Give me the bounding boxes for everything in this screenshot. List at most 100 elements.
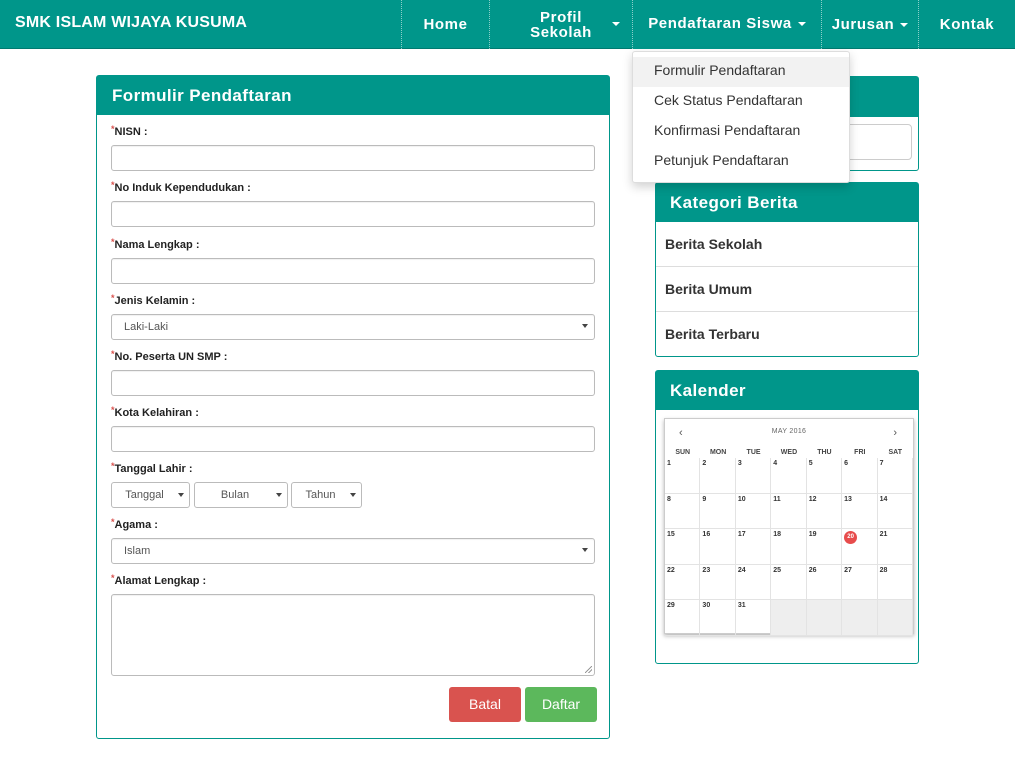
- label-text: No. Peserta UN SMP :: [114, 351, 228, 363]
- calendar-day[interactable]: 29: [665, 600, 701, 636]
- select-value: Tahun: [305, 489, 336, 501]
- calendar-day[interactable]: 1: [665, 458, 701, 494]
- required-mark: *: [111, 405, 115, 415]
- batal-button[interactable]: Batal: [449, 687, 521, 722]
- jenis-kelamin-select[interactable]: Laki-Laki: [111, 314, 595, 340]
- label-agama: *Agama :: [111, 517, 158, 531]
- calendar-day[interactable]: 11: [771, 493, 807, 529]
- nav-home[interactable]: Home: [401, 0, 489, 49]
- weekday-mon: MON: [709, 449, 727, 456]
- calendar-day[interactable]: 20: [842, 529, 878, 565]
- nisn-input[interactable]: [111, 145, 595, 171]
- nav-home-label: Home: [423, 16, 468, 33]
- calendar-day[interactable]: 4: [771, 458, 807, 494]
- menu-item-konfirmasi[interactable]: Konfirmasi Pendaftaran: [633, 117, 849, 147]
- nav-profil-label: Profil Sekolah: [530, 8, 592, 41]
- bulan-select[interactable]: Bulan: [194, 482, 288, 508]
- calendar-day-number: 12: [808, 495, 817, 503]
- menu-item-formulir[interactable]: Formulir Pendaftaran: [633, 57, 849, 87]
- calendar-day[interactable]: 5: [806, 458, 843, 494]
- calendar-day[interactable]: 26: [806, 564, 843, 600]
- no-peserta-un-input[interactable]: [111, 370, 595, 396]
- daftar-button[interactable]: Daftar: [525, 687, 597, 722]
- calendar-day[interactable]: 23: [700, 564, 736, 600]
- alamat-textarea[interactable]: [111, 594, 595, 676]
- calendar-day[interactable]: 18: [771, 529, 807, 565]
- nav-pendaftaran-label: Pendaftaran Siswa: [648, 15, 792, 32]
- menu-item-petunjuk[interactable]: Petunjuk Pendaftaran: [633, 147, 849, 177]
- chevron-right-icon[interactable]: ›: [893, 427, 897, 439]
- calendar-day[interactable]: 19: [806, 529, 843, 565]
- label-nama: *Nama Lengkap :: [111, 237, 200, 251]
- calendar-widget: ‹ MAY 2016 › SUN MON TUE WED THU FRI SAT…: [664, 418, 914, 636]
- calendar-day[interactable]: 3: [735, 458, 772, 494]
- calendar-day[interactable]: 10: [735, 493, 772, 529]
- calendar-day[interactable]: 21: [877, 529, 913, 565]
- calendar-day[interactable]: 24: [735, 564, 772, 600]
- calendar-day[interactable]: 27: [842, 564, 878, 600]
- calendar-empty-cell: [842, 600, 878, 636]
- chevron-down-icon: [178, 493, 184, 497]
- resize-handle-icon[interactable]: [585, 666, 592, 673]
- nav-kontak-label: Kontak: [939, 16, 995, 33]
- agama-select[interactable]: Islam: [111, 538, 595, 564]
- label-text: Nama Lengkap :: [114, 239, 200, 251]
- calendar-day-number: 10: [737, 495, 746, 503]
- calendar-day[interactable]: 16: [700, 529, 736, 565]
- calendar-day[interactable]: 7: [877, 458, 913, 494]
- nav-kontak[interactable]: Kontak: [918, 0, 1015, 49]
- nama-input[interactable]: [111, 258, 595, 284]
- calendar-day[interactable]: 15: [665, 529, 701, 565]
- calendar-grid: 1 2 3 4 5 6 7 8 9 10 11 12 13 14 15 16 17 18 19 20 21 22 23 24 2…: [665, 458, 913, 636]
- required-mark: *: [111, 573, 115, 583]
- calendar-day[interactable]: 9: [700, 493, 736, 529]
- calendar-day-number: 7: [879, 460, 884, 467]
- calendar-day[interactable]: 25: [771, 564, 807, 600]
- required-mark: *: [111, 237, 115, 247]
- kategori-item-berita-umum[interactable]: Berita Umum: [656, 267, 918, 312]
- calendar-day[interactable]: 2: [700, 458, 736, 494]
- brand-title[interactable]: SMK ISLAM WIJAYA KUSUMA: [15, 14, 247, 32]
- calendar-day[interactable]: 8: [665, 493, 701, 529]
- calendar-day[interactable]: 31: [735, 600, 772, 636]
- calendar-day[interactable]: 13: [842, 493, 878, 529]
- chevron-down-icon: [582, 324, 588, 328]
- calendar-day-number: 31: [737, 602, 746, 609]
- required-mark: *: [111, 124, 115, 134]
- nav-pendaftaran-siswa[interactable]: Pendaftaran Siswa: [632, 0, 821, 49]
- kategori-item-berita-sekolah[interactable]: Berita Sekolah: [656, 222, 918, 267]
- calendar-day-number: 8: [667, 495, 671, 503]
- menu-item-cek-status[interactable]: Cek Status Pendaftaran: [633, 87, 849, 117]
- select-value: Bulan: [220, 489, 250, 501]
- calendar-day-number: 27: [844, 566, 852, 574]
- calendar-header: ‹ MAY 2016 ›: [665, 419, 913, 449]
- calendar-day[interactable]: 17: [735, 529, 772, 565]
- chevron-down-icon: [350, 493, 356, 497]
- calendar-day-number: 13: [844, 495, 852, 503]
- label-text: Kota Kelahiran :: [114, 407, 199, 419]
- calendar-day-number: 26: [808, 566, 817, 574]
- nav-profil-sekolah[interactable]: Profil Sekolah: [489, 0, 632, 49]
- calendar-day[interactable]: 22: [665, 564, 701, 600]
- calendar-weekdays: SUN MON TUE WED THU FRI SAT: [665, 449, 913, 457]
- required-mark: *: [111, 180, 115, 190]
- kategori-item-berita-terbaru[interactable]: Berita Terbaru: [656, 312, 918, 357]
- calendar-day[interactable]: 30: [700, 600, 736, 636]
- weekday-fri: FRI: [854, 449, 866, 456]
- kota-kelahiran-input[interactable]: [111, 426, 595, 452]
- label-text: Jenis Kelamin :: [114, 295, 196, 307]
- calendar-day[interactable]: 12: [806, 493, 843, 529]
- nik-input[interactable]: [111, 201, 595, 227]
- calendar-day[interactable]: 28: [877, 564, 913, 600]
- calendar-day-number: 20: [844, 531, 858, 544]
- calendar-day[interactable]: 14: [877, 493, 913, 529]
- calendar-day-number: 18: [773, 531, 782, 538]
- calendar-day[interactable]: 6: [842, 458, 878, 494]
- nav-jurusan[interactable]: Jurusan: [821, 0, 918, 49]
- label-text: Alamat Lengkap :: [114, 575, 207, 587]
- chevron-down-icon: [276, 493, 282, 497]
- calendar-day-number: 2: [702, 460, 707, 467]
- tanggal-select[interactable]: Tanggal: [111, 482, 190, 508]
- calendar-day-number: 22: [667, 566, 675, 574]
- tahun-select[interactable]: Tahun: [291, 482, 362, 508]
